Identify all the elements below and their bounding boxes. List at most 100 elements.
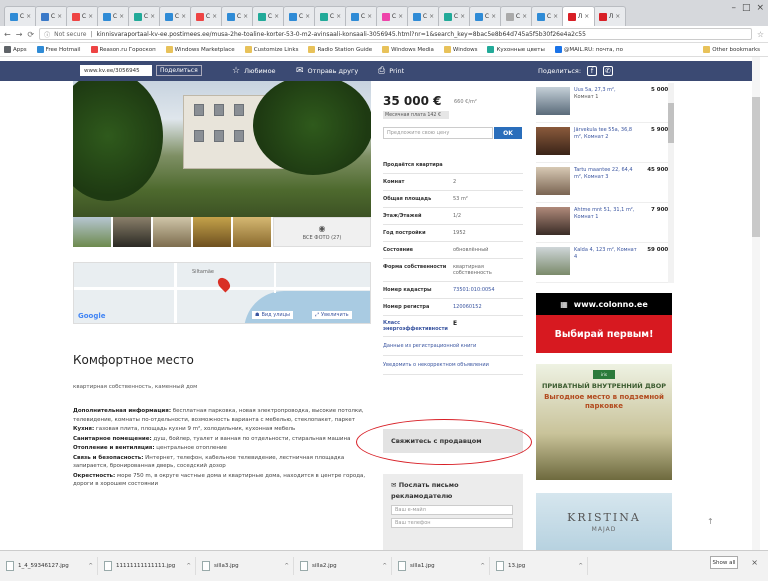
close-tab-icon[interactable]: × bbox=[305, 13, 310, 20]
close-tab-icon[interactable]: × bbox=[615, 13, 620, 20]
download-item[interactable]: silla2.jpg ^ bbox=[300, 557, 392, 575]
bookmark-item[interactable]: Customize Links bbox=[244, 46, 298, 53]
report-listing-link[interactable]: Уведомить о некорректном объявлении bbox=[383, 356, 523, 375]
browser-tab[interactable]: C × bbox=[283, 6, 316, 26]
chevron-up-icon[interactable]: ^ bbox=[382, 563, 387, 569]
bookmark-item[interactable]: Reason.ru Гороскоп bbox=[90, 46, 156, 53]
browser-tab[interactable]: C × bbox=[221, 6, 254, 26]
scroll-to-top-icon[interactable]: ↑ bbox=[707, 517, 714, 526]
close-tab-icon[interactable]: × bbox=[398, 13, 403, 20]
list-item[interactable]: Uus 5a, 27,3 m², Комнат 1 5 000 € bbox=[536, 83, 674, 123]
info-icon[interactable]: ⓘ bbox=[44, 30, 50, 39]
close-tab-icon[interactable]: × bbox=[243, 13, 248, 20]
browser-tab[interactable]: C × bbox=[66, 6, 99, 26]
close-tab-icon[interactable]: × bbox=[522, 13, 527, 20]
thumbnail[interactable] bbox=[193, 217, 231, 247]
main-photo[interactable] bbox=[73, 81, 371, 217]
download-item[interactable]: 13.jpg ^ bbox=[496, 557, 588, 575]
maximize-icon[interactable]: □ bbox=[742, 3, 751, 13]
browser-tab[interactable]: C × bbox=[500, 6, 533, 26]
thumbnail[interactable] bbox=[153, 217, 191, 247]
email-field[interactable]: Ваш e-майл bbox=[391, 505, 513, 515]
browser-tab[interactable]: C × bbox=[314, 6, 347, 26]
close-tab-icon[interactable]: × bbox=[491, 13, 496, 20]
browser-tab[interactable]: C × bbox=[376, 6, 409, 26]
bookmark-star-icon[interactable]: ☆ bbox=[757, 30, 764, 39]
phone-field[interactable]: Ваш телефон bbox=[391, 518, 513, 528]
bookmark-item[interactable]: Windows Media bbox=[382, 46, 434, 53]
list-item[interactable]: Tartu maantee 22, 64,4 m², Комнат 3 45 9… bbox=[536, 163, 674, 203]
chevron-up-icon[interactable]: ^ bbox=[578, 563, 583, 569]
send-friend-link[interactable]: ✉ Отправь другу bbox=[296, 66, 358, 76]
browser-tab[interactable]: C × bbox=[159, 6, 192, 26]
browser-tab[interactable]: Л × bbox=[593, 6, 626, 26]
chevron-up-icon[interactable]: ^ bbox=[480, 563, 485, 569]
close-tab-icon[interactable]: × bbox=[26, 13, 31, 20]
browser-tab[interactable]: C × bbox=[531, 6, 564, 26]
bookmark-item[interactable]: Free Hotmail bbox=[36, 46, 81, 53]
share-button[interactable]: Поделиться bbox=[156, 65, 202, 76]
thumbnail[interactable] bbox=[113, 217, 151, 247]
similar-listings-scrollbar[interactable] bbox=[668, 83, 674, 283]
bookmark-item[interactable]: Кухонные цветы bbox=[487, 46, 545, 53]
page-scrollbar[interactable] bbox=[752, 57, 760, 550]
bookmark-item[interactable]: @MAIL.RU: почта, по bbox=[554, 46, 623, 53]
location-map[interactable]: Siltamäe Google ☗ Вид улицы ⤢ Увеличить bbox=[73, 262, 371, 324]
browser-tab[interactable]: C × bbox=[4, 6, 37, 26]
browser-tab[interactable]: C × bbox=[252, 6, 285, 26]
other-bookmarks[interactable]: Other bookmarks bbox=[703, 46, 760, 53]
browser-tab[interactable]: C × bbox=[438, 6, 471, 26]
browser-tab[interactable]: C × bbox=[469, 6, 502, 26]
offer-submit-button[interactable]: OK bbox=[494, 127, 522, 139]
download-item[interactable]: silla1.jpg ^ bbox=[398, 557, 490, 575]
bookmark-item[interactable]: Radio Station Guide bbox=[308, 46, 372, 53]
cadastre-link[interactable]: 73501:010:0054 bbox=[453, 287, 523, 293]
list-item[interactable]: Kalda 4, 123 m², Комнат 4 59 000 € bbox=[536, 243, 674, 283]
minimize-icon[interactable]: – bbox=[731, 3, 736, 13]
facebook-icon[interactable]: f bbox=[587, 66, 598, 76]
browser-tab[interactable]: C × bbox=[345, 6, 378, 26]
messenger-icon[interactable]: ✆ bbox=[603, 66, 614, 76]
reload-icon[interactable]: ⟳ bbox=[27, 30, 34, 39]
bookmark-item[interactable]: Windows Marketplace bbox=[165, 46, 235, 53]
street-view-button[interactable]: ☗ Вид улицы bbox=[252, 311, 293, 319]
offer-price-input[interactable]: Предложите свою цену bbox=[383, 127, 493, 139]
download-item[interactable]: 11111111111111.jpg ^ bbox=[104, 557, 196, 575]
browser-tab[interactable]: C × bbox=[35, 6, 68, 26]
browser-tab[interactable]: C × bbox=[407, 6, 440, 26]
registry-data-link[interactable]: Данные из регистрационной книги bbox=[383, 337, 523, 356]
list-item[interactable]: Ahtme mnt 51, 31,1 m², Комнат 1 7 900 € bbox=[536, 203, 674, 243]
close-tab-icon[interactable]: × bbox=[212, 13, 217, 20]
download-item[interactable]: silla3.jpg ^ bbox=[202, 557, 294, 575]
chevron-up-icon[interactable]: ^ bbox=[284, 563, 289, 569]
thumbnail[interactable] bbox=[73, 217, 111, 247]
download-item[interactable]: 1_4_59346127.jpg ^ bbox=[6, 557, 98, 575]
close-window-icon[interactable]: × bbox=[756, 3, 764, 13]
bookmark-item[interactable]: Apps bbox=[4, 46, 27, 53]
enlarge-map-button[interactable]: ⤢ Увеличить bbox=[312, 311, 352, 319]
close-tab-icon[interactable]: × bbox=[336, 13, 341, 20]
print-link[interactable]: ⎙ Print bbox=[378, 66, 404, 76]
show-all-downloads-button[interactable]: Show all bbox=[710, 556, 738, 569]
close-download-bar-icon[interactable]: × bbox=[751, 558, 758, 567]
close-tab-icon[interactable]: × bbox=[119, 13, 124, 20]
forward-icon[interactable]: → bbox=[16, 30, 23, 39]
browser-tab-active[interactable]: Л × bbox=[562, 6, 595, 26]
kristina-ad[interactable]: KRISTINA MAJAD bbox=[536, 493, 672, 550]
thumbnail[interactable] bbox=[233, 217, 271, 247]
close-tab-icon[interactable]: × bbox=[88, 13, 93, 20]
close-tab-icon[interactable]: × bbox=[367, 13, 372, 20]
chevron-up-icon[interactable]: ^ bbox=[186, 563, 191, 569]
close-tab-icon[interactable]: × bbox=[181, 13, 186, 20]
browser-tab[interactable]: C × bbox=[97, 6, 130, 26]
listing-url-field[interactable]: www.kv.ee/3056945 bbox=[80, 65, 152, 76]
chevron-up-icon[interactable]: ^ bbox=[88, 563, 93, 569]
list-item[interactable]: Järvekula tee 55a, 36,8 m², Комнат 2 5 9… bbox=[536, 123, 674, 163]
register-link[interactable]: 120060152 bbox=[453, 304, 523, 310]
close-tab-icon[interactable]: × bbox=[274, 13, 279, 20]
browser-tab[interactable]: C × bbox=[128, 6, 161, 26]
close-tab-icon[interactable]: × bbox=[553, 13, 558, 20]
close-tab-icon[interactable]: × bbox=[460, 13, 465, 20]
close-tab-icon[interactable]: × bbox=[584, 13, 589, 20]
close-tab-icon[interactable]: × bbox=[429, 13, 434, 20]
